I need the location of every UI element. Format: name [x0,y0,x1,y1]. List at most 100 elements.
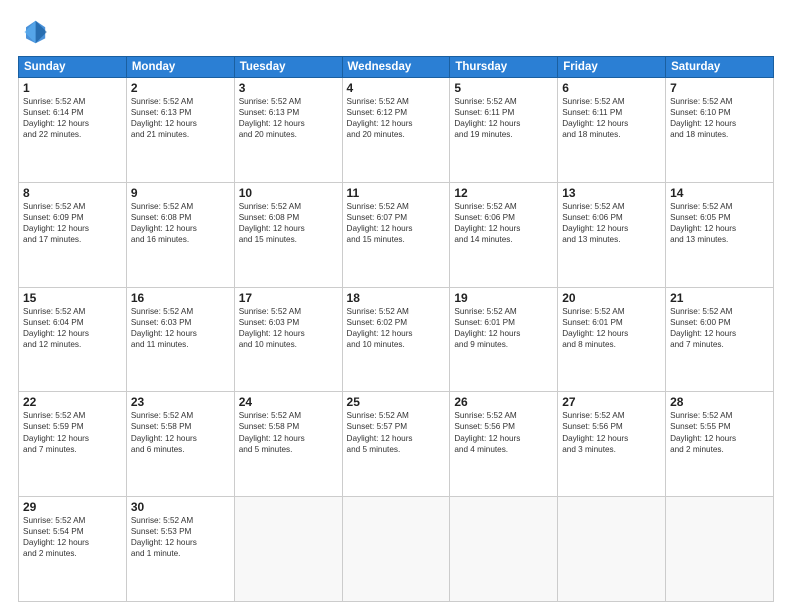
day-info: Sunrise: 5:52 AM Sunset: 6:03 PM Dayligh… [131,306,230,350]
day-info: Sunrise: 5:52 AM Sunset: 5:56 PM Dayligh… [562,410,661,454]
day-cell: 2Sunrise: 5:52 AM Sunset: 6:13 PM Daylig… [126,78,234,183]
day-cell: 3Sunrise: 5:52 AM Sunset: 6:13 PM Daylig… [234,78,342,183]
day-number: 3 [239,81,338,95]
week-row-2: 8Sunrise: 5:52 AM Sunset: 6:09 PM Daylig… [19,182,774,287]
day-info: Sunrise: 5:52 AM Sunset: 6:05 PM Dayligh… [670,201,769,245]
day-cell: 29Sunrise: 5:52 AM Sunset: 5:54 PM Dayli… [19,497,127,602]
day-info: Sunrise: 5:52 AM Sunset: 6:02 PM Dayligh… [347,306,446,350]
day-number: 4 [347,81,446,95]
day-cell: 13Sunrise: 5:52 AM Sunset: 6:06 PM Dayli… [558,182,666,287]
day-cell [234,497,342,602]
header-row: SundayMondayTuesdayWednesdayThursdayFrid… [19,57,774,78]
day-cell: 26Sunrise: 5:52 AM Sunset: 5:56 PM Dayli… [450,392,558,497]
week-row-1: 1Sunrise: 5:52 AM Sunset: 6:14 PM Daylig… [19,78,774,183]
header-cell-wednesday: Wednesday [342,57,450,78]
day-info: Sunrise: 5:52 AM Sunset: 6:12 PM Dayligh… [347,96,446,140]
day-info: Sunrise: 5:52 AM Sunset: 6:09 PM Dayligh… [23,201,122,245]
day-cell [666,497,774,602]
day-cell: 27Sunrise: 5:52 AM Sunset: 5:56 PM Dayli… [558,392,666,497]
day-cell: 12Sunrise: 5:52 AM Sunset: 6:06 PM Dayli… [450,182,558,287]
day-cell: 1Sunrise: 5:52 AM Sunset: 6:14 PM Daylig… [19,78,127,183]
day-number: 5 [454,81,553,95]
day-info: Sunrise: 5:52 AM Sunset: 6:13 PM Dayligh… [239,96,338,140]
day-number: 7 [670,81,769,95]
day-cell [342,497,450,602]
logo-icon [18,16,50,48]
header-cell-sunday: Sunday [19,57,127,78]
day-number: 28 [670,395,769,409]
day-info: Sunrise: 5:52 AM Sunset: 6:06 PM Dayligh… [562,201,661,245]
day-cell: 6Sunrise: 5:52 AM Sunset: 6:11 PM Daylig… [558,78,666,183]
day-cell [450,497,558,602]
day-number: 23 [131,395,230,409]
calendar-table: SundayMondayTuesdayWednesdayThursdayFrid… [18,56,774,602]
day-cell: 25Sunrise: 5:52 AM Sunset: 5:57 PM Dayli… [342,392,450,497]
day-info: Sunrise: 5:52 AM Sunset: 6:14 PM Dayligh… [23,96,122,140]
day-number: 1 [23,81,122,95]
day-number: 20 [562,291,661,305]
day-number: 24 [239,395,338,409]
day-cell: 11Sunrise: 5:52 AM Sunset: 6:07 PM Dayli… [342,182,450,287]
header-cell-tuesday: Tuesday [234,57,342,78]
day-cell: 16Sunrise: 5:52 AM Sunset: 6:03 PM Dayli… [126,287,234,392]
header-cell-friday: Friday [558,57,666,78]
day-info: Sunrise: 5:52 AM Sunset: 6:11 PM Dayligh… [562,96,661,140]
day-info: Sunrise: 5:52 AM Sunset: 6:08 PM Dayligh… [239,201,338,245]
day-cell: 8Sunrise: 5:52 AM Sunset: 6:09 PM Daylig… [19,182,127,287]
day-info: Sunrise: 5:52 AM Sunset: 5:57 PM Dayligh… [347,410,446,454]
day-cell: 19Sunrise: 5:52 AM Sunset: 6:01 PM Dayli… [450,287,558,392]
day-cell: 18Sunrise: 5:52 AM Sunset: 6:02 PM Dayli… [342,287,450,392]
day-cell: 20Sunrise: 5:52 AM Sunset: 6:01 PM Dayli… [558,287,666,392]
day-info: Sunrise: 5:52 AM Sunset: 6:11 PM Dayligh… [454,96,553,140]
day-info: Sunrise: 5:52 AM Sunset: 6:06 PM Dayligh… [454,201,553,245]
day-cell: 7Sunrise: 5:52 AM Sunset: 6:10 PM Daylig… [666,78,774,183]
header-cell-monday: Monday [126,57,234,78]
day-cell: 15Sunrise: 5:52 AM Sunset: 6:04 PM Dayli… [19,287,127,392]
day-info: Sunrise: 5:52 AM Sunset: 6:00 PM Dayligh… [670,306,769,350]
day-number: 26 [454,395,553,409]
day-number: 11 [347,186,446,200]
day-number: 9 [131,186,230,200]
day-cell: 14Sunrise: 5:52 AM Sunset: 6:05 PM Dayli… [666,182,774,287]
day-number: 12 [454,186,553,200]
day-cell: 24Sunrise: 5:52 AM Sunset: 5:58 PM Dayli… [234,392,342,497]
day-info: Sunrise: 5:52 AM Sunset: 5:59 PM Dayligh… [23,410,122,454]
day-number: 15 [23,291,122,305]
day-number: 27 [562,395,661,409]
day-info: Sunrise: 5:52 AM Sunset: 5:58 PM Dayligh… [239,410,338,454]
day-number: 2 [131,81,230,95]
day-number: 17 [239,291,338,305]
day-info: Sunrise: 5:52 AM Sunset: 5:54 PM Dayligh… [23,515,122,559]
day-info: Sunrise: 5:52 AM Sunset: 6:07 PM Dayligh… [347,201,446,245]
day-cell: 30Sunrise: 5:52 AM Sunset: 5:53 PM Dayli… [126,497,234,602]
day-number: 18 [347,291,446,305]
day-info: Sunrise: 5:52 AM Sunset: 6:01 PM Dayligh… [562,306,661,350]
day-number: 21 [670,291,769,305]
day-number: 14 [670,186,769,200]
week-row-3: 15Sunrise: 5:52 AM Sunset: 6:04 PM Dayli… [19,287,774,392]
day-info: Sunrise: 5:52 AM Sunset: 6:03 PM Dayligh… [239,306,338,350]
day-number: 22 [23,395,122,409]
day-info: Sunrise: 5:52 AM Sunset: 6:13 PM Dayligh… [131,96,230,140]
day-cell: 10Sunrise: 5:52 AM Sunset: 6:08 PM Dayli… [234,182,342,287]
calendar-header: SundayMondayTuesdayWednesdayThursdayFrid… [19,57,774,78]
day-number: 29 [23,500,122,514]
week-row-4: 22Sunrise: 5:52 AM Sunset: 5:59 PM Dayli… [19,392,774,497]
day-cell: 28Sunrise: 5:52 AM Sunset: 5:55 PM Dayli… [666,392,774,497]
header-cell-saturday: Saturday [666,57,774,78]
logo [18,16,54,48]
day-cell: 4Sunrise: 5:52 AM Sunset: 6:12 PM Daylig… [342,78,450,183]
day-cell: 17Sunrise: 5:52 AM Sunset: 6:03 PM Dayli… [234,287,342,392]
day-info: Sunrise: 5:52 AM Sunset: 6:04 PM Dayligh… [23,306,122,350]
day-info: Sunrise: 5:52 AM Sunset: 5:56 PM Dayligh… [454,410,553,454]
header-cell-thursday: Thursday [450,57,558,78]
calendar-body: 1Sunrise: 5:52 AM Sunset: 6:14 PM Daylig… [19,78,774,602]
day-number: 10 [239,186,338,200]
page: SundayMondayTuesdayWednesdayThursdayFrid… [0,0,792,612]
day-number: 6 [562,81,661,95]
day-info: Sunrise: 5:52 AM Sunset: 5:58 PM Dayligh… [131,410,230,454]
day-number: 8 [23,186,122,200]
day-info: Sunrise: 5:52 AM Sunset: 6:08 PM Dayligh… [131,201,230,245]
day-number: 25 [347,395,446,409]
day-cell: 23Sunrise: 5:52 AM Sunset: 5:58 PM Dayli… [126,392,234,497]
